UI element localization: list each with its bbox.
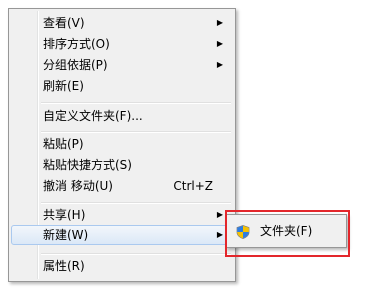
menu-separator [41, 102, 231, 104]
menu-separator [41, 253, 231, 255]
menu-item-shortcut: Ctrl+Z [173, 179, 213, 193]
menu-item-refresh[interactable]: 刷新(E) [11, 76, 233, 96]
menu-separator [41, 202, 231, 204]
menu-item-view[interactable]: 查看(V) ▶ [11, 13, 233, 33]
menu-item-label: 共享(H) [43, 208, 86, 222]
menu-item-paste[interactable]: 粘贴(P) [11, 134, 233, 154]
menu-item-group-by[interactable]: 分组依据(P) ▶ [11, 55, 233, 75]
submenu-arrow-icon: ▶ [216, 210, 223, 219]
menu-item-sort-by[interactable]: 排序方式(O) ▶ [11, 34, 233, 54]
menu-item-share[interactable]: 共享(H) ▶ [11, 205, 233, 225]
context-menu: 查看(V) ▶ 排序方式(O) ▶ 分组依据(P) ▶ 刷新(E) 自定义文件夹… [8, 8, 236, 282]
menu-item-label: 属性(R) [43, 259, 85, 273]
submenu-arrow-icon: ▶ [216, 18, 223, 27]
menu-item-label: 撤消 移动(U) [43, 179, 113, 193]
desktop-background[interactable]: 查看(V) ▶ 排序方式(O) ▶ 分组依据(P) ▶ 刷新(E) 自定义文件夹… [0, 0, 375, 295]
menu-item-label: 自定义文件夹(F)... [43, 109, 143, 123]
highlight-box [225, 210, 350, 257]
menu-item-properties[interactable]: 属性(R) [11, 256, 233, 276]
menu-item-undo-move[interactable]: 撤消 移动(U) Ctrl+Z [11, 176, 233, 196]
menu-item-new[interactable]: 新建(W) ▶ [11, 225, 233, 245]
submenu-arrow-icon: ▶ [216, 230, 223, 239]
submenu-arrow-icon: ▶ [216, 39, 223, 48]
menu-item-label: 刷新(E) [43, 79, 84, 93]
menu-item-customize-folder[interactable]: 自定义文件夹(F)... [11, 106, 233, 126]
menu-item-label: 查看(V) [43, 16, 85, 30]
menu-item-label: 粘贴(P) [43, 137, 84, 151]
menu-separator [41, 131, 231, 133]
menu-item-paste-shortcut[interactable]: 粘贴快捷方式(S) [11, 155, 233, 175]
menu-item-label: 新建(W) [43, 228, 89, 242]
menu-item-label: 排序方式(O) [43, 37, 110, 51]
submenu-arrow-icon: ▶ [216, 60, 223, 69]
menu-item-label: 粘贴快捷方式(S) [43, 158, 132, 172]
menu-item-label: 分组依据(P) [43, 58, 108, 72]
